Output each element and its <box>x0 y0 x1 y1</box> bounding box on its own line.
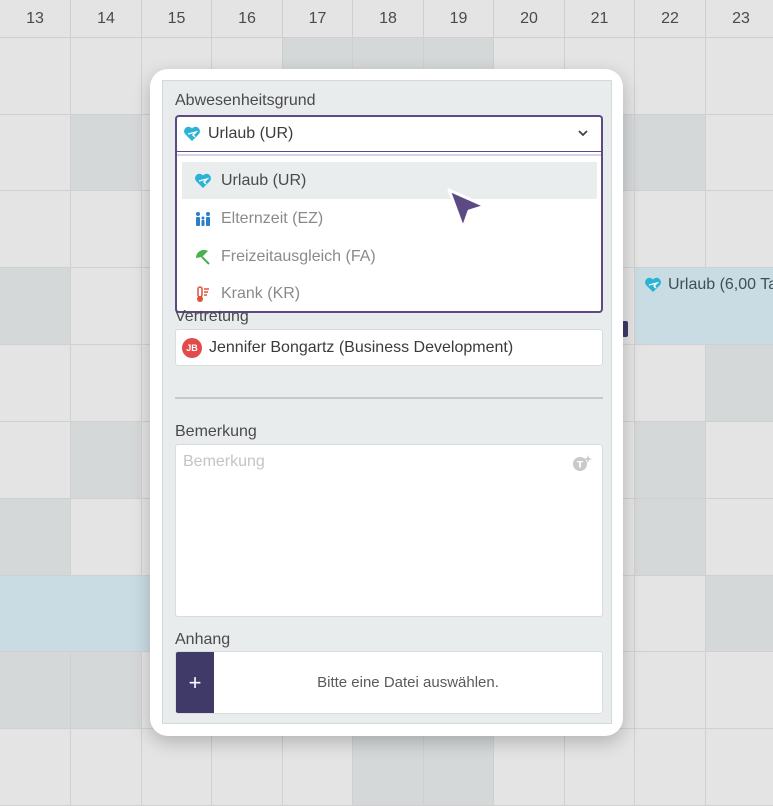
calendar-cell[interactable] <box>0 268 71 345</box>
calendar-cell[interactable] <box>635 729 706 806</box>
chevron-down-icon[interactable] <box>577 128 589 138</box>
heart-plane-icon <box>195 173 211 188</box>
absence-event-bar-left[interactable] <box>0 576 150 651</box>
day-header: 14 <box>71 0 142 38</box>
calendar-cell[interactable] <box>635 345 706 422</box>
calendar-cell[interactable] <box>635 499 706 576</box>
calendar-cell[interactable] <box>706 576 773 652</box>
heart-plane-icon <box>184 126 200 141</box>
day-header: 13 <box>0 0 71 38</box>
calendar-cell[interactable] <box>71 652 142 729</box>
calendar-cell[interactable] <box>71 729 142 806</box>
reason-select[interactable]: Urlaub (UR) <box>175 115 603 151</box>
attachment-field[interactable]: + Bitte eine Datei auswählen. <box>175 651 603 714</box>
avatar: JB <box>182 337 202 358</box>
calendar-cell[interactable] <box>71 268 142 345</box>
day-header: 21 <box>565 0 635 38</box>
substitute-field[interactable]: JB Jennifer Bongartz (Business Developme… <box>175 329 603 366</box>
calendar-cell[interactable] <box>706 422 773 499</box>
calendar-cell[interactable] <box>635 422 706 499</box>
calendar-cell[interactable] <box>424 729 494 806</box>
calendar-cell[interactable] <box>494 729 565 806</box>
day-header: 22 <box>635 0 706 38</box>
calendar-cell[interactable] <box>0 652 71 729</box>
calendar-cell[interactable] <box>635 576 706 652</box>
day-header: 16 <box>212 0 283 38</box>
substitute-value: Jennifer Bongartz (Business Development) <box>209 338 514 356</box>
family-icon <box>196 211 210 226</box>
calendar-cell[interactable] <box>71 499 142 576</box>
calendar-cell[interactable] <box>212 729 283 806</box>
calendar-cell[interactable] <box>0 422 71 499</box>
remark-label: Bemerkung <box>175 423 257 440</box>
calendar-cell[interactable] <box>283 729 353 806</box>
calendar-cell[interactable] <box>635 191 706 268</box>
text-ai-icon[interactable]: T <box>572 454 592 472</box>
calendar-cell[interactable] <box>0 115 71 191</box>
reason-dropdown: Urlaub (UR) Elternzeit (EZ) Freizeitausg… <box>175 151 603 313</box>
day-header: 20 <box>494 0 565 38</box>
day-header: 18 <box>353 0 424 38</box>
calendar-cell[interactable] <box>635 38 706 115</box>
calendar-cell[interactable] <box>706 499 773 576</box>
calendar-cell[interactable] <box>0 191 71 268</box>
svg-text:T: T <box>577 461 584 471</box>
day-header: 17 <box>283 0 353 38</box>
remark-textarea[interactable]: Bemerkung T <box>175 444 603 617</box>
reason-select-value: Urlaub (UR) <box>208 125 294 142</box>
dropdown-divider <box>177 154 601 156</box>
calendar-cell[interactable] <box>71 345 142 422</box>
calendar-cell[interactable] <box>706 38 773 115</box>
calendar-cell[interactable] <box>71 38 142 115</box>
calendar-cell[interactable] <box>706 191 773 268</box>
day-header: 19 <box>424 0 494 38</box>
day-header: 23 <box>706 0 773 38</box>
attachment-label: Anhang <box>175 631 231 648</box>
day-header: 15 <box>142 0 212 38</box>
option-freizeitausgleich[interactable]: Freizeitausgleich (FA) <box>182 238 597 275</box>
add-file-button[interactable]: + <box>176 652 214 713</box>
calendar-cell[interactable] <box>635 652 706 729</box>
calendar-cell[interactable] <box>353 729 424 806</box>
option-urlaub[interactable]: Urlaub (UR) <box>182 162 597 199</box>
calendar-cell[interactable] <box>0 345 71 422</box>
remark-placeholder: Bemerkung <box>183 453 265 470</box>
calendar-cell[interactable] <box>706 345 773 422</box>
attachment-placeholder: Bitte eine Datei auswählen. <box>317 674 499 691</box>
calendar-cell[interactable] <box>0 38 71 115</box>
heart-plane-icon <box>645 277 661 292</box>
option-elternzeit[interactable]: Elternzeit (EZ) <box>182 200 597 237</box>
section-divider <box>175 397 603 399</box>
absence-event-label[interactable]: Urlaub (6,00 Ta <box>644 276 773 294</box>
calendar-cell[interactable] <box>71 422 142 499</box>
reason-label: Abwesenheitsgrund <box>175 92 316 109</box>
calendar-cell[interactable] <box>142 729 212 806</box>
calendar-cell[interactable] <box>706 729 773 806</box>
calendar-cell[interactable] <box>71 115 142 191</box>
calendar-cell[interactable] <box>71 191 142 268</box>
calendar-cell[interactable] <box>706 652 773 729</box>
mouse-cursor-icon <box>447 188 487 230</box>
calendar-cell[interactable] <box>635 115 706 191</box>
thermometer-icon <box>197 285 209 302</box>
umbrella-icon <box>195 249 210 265</box>
calendar-cell[interactable] <box>565 729 635 806</box>
calendar-cell[interactable] <box>706 115 773 191</box>
calendar-cell[interactable] <box>0 729 71 806</box>
calendar-cell[interactable] <box>0 499 71 576</box>
